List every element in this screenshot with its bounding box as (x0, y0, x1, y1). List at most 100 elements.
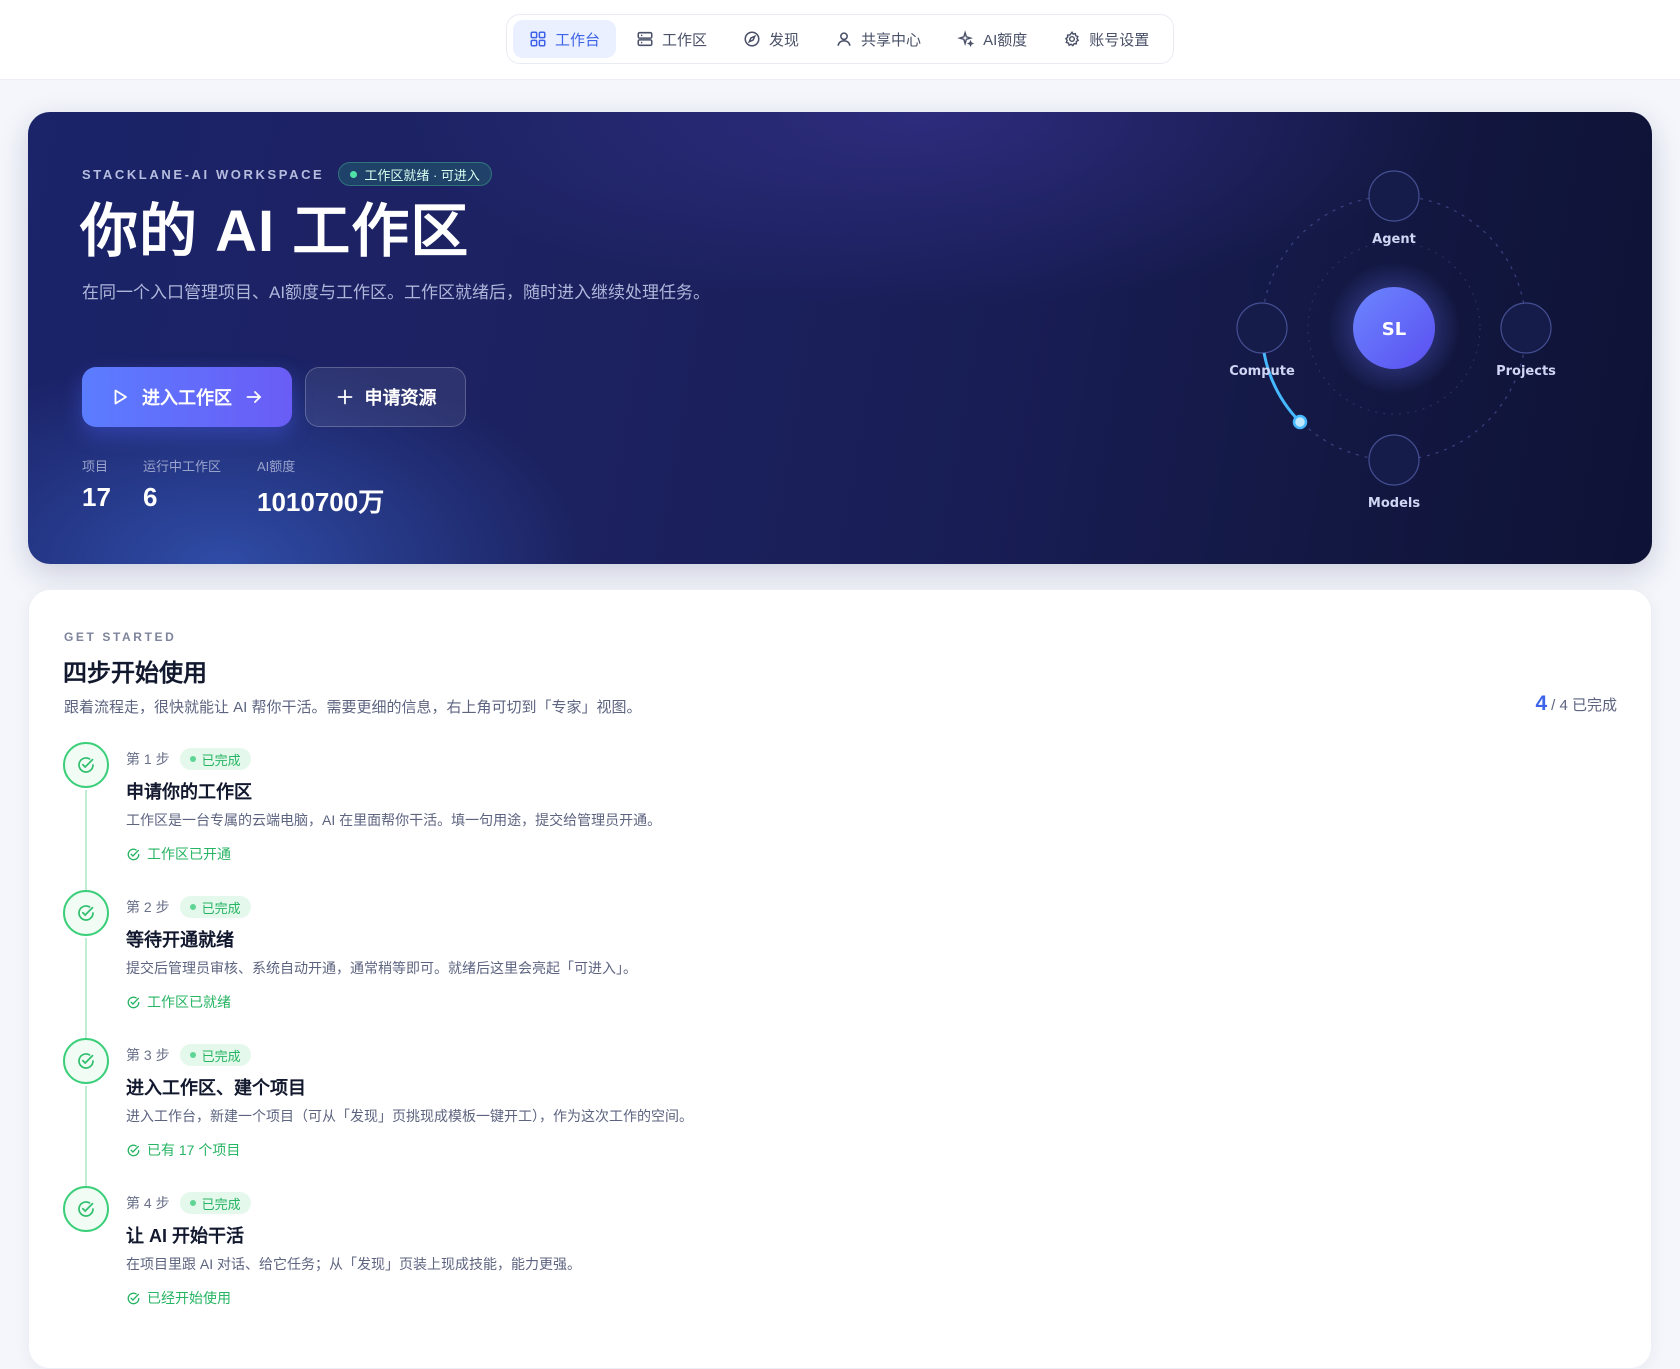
step-meta: 第 1 步 已完成 (126, 748, 251, 770)
step-result-label: 已经开始使用 (147, 1290, 231, 1306)
check-icon (127, 848, 140, 860)
step-check-circle (63, 890, 109, 936)
check-icon (127, 996, 140, 1008)
node-projects (1500, 302, 1552, 354)
orbit-marker (1292, 414, 1308, 430)
nav-item-label: 发现 (769, 31, 800, 49)
step-title: 让 AI 开始干活 (126, 1226, 245, 1246)
nav-item-label: 账号设置 (1089, 31, 1150, 49)
hero-eyebrow-row: STACKLANE-AI WORKSPACE 工作区就绪 · 可进入 (82, 162, 492, 186)
badge-label: 已完成 (201, 1196, 241, 1212)
nav-item-discover[interactable]: 发现 (727, 20, 815, 58)
step-check-circle (63, 1038, 109, 1084)
stat-projects: 项目 17 (82, 456, 143, 519)
node-models-label: Models (1368, 496, 1420, 511)
check-icon (127, 1292, 140, 1304)
gear-icon (1065, 30, 1080, 47)
stat-ai-quota: AI额度 1010700万 (257, 456, 384, 519)
user-icon (837, 32, 851, 46)
progress-total: / 4 已完成 (1551, 697, 1617, 714)
nav-item-sharing[interactable]: 共享中心 (819, 20, 937, 58)
badge-dot-icon (189, 1052, 196, 1058)
progress-done: 4 (1535, 692, 1548, 715)
check-circle-icon (78, 757, 94, 773)
top-bar: 工作台 工作区 发现 共享中心 AI额度 账号设置 (0, 0, 1680, 80)
hero-eyebrow: STACKLANE-AI WORKSPACE (82, 166, 325, 182)
grid-icon (530, 31, 546, 47)
node-models (1368, 434, 1420, 486)
step-result: 已有 17 个项目 (126, 1140, 240, 1160)
step-title: 申请你的工作区 (126, 782, 252, 802)
step-result-label: 已有 17 个项目 (147, 1142, 241, 1158)
check-circle-icon (78, 1053, 94, 1069)
nav-item-label: 工作区 (662, 31, 708, 49)
compass-icon (744, 31, 760, 47)
step-status-badge: 已完成 (179, 1044, 251, 1066)
step-item: 第 3 步 已完成 进入工作区、建个项目 进入工作台，新建一个项目（可从「发现」… (63, 1038, 1603, 1186)
progress-counter: 4 / 4 已完成 (1535, 692, 1617, 716)
enter-workspace-label: 进入工作区 (142, 388, 232, 408)
steps-list: 第 1 步 已完成 申请你的工作区 工作区是一台专属的云端电脑，AI 在里面帮你… (63, 742, 1603, 1334)
nav-item-label: 共享中心 (861, 31, 922, 49)
core-label: SL (1382, 319, 1406, 340)
badge-label: 已完成 (201, 1048, 241, 1064)
check-circle-icon (78, 905, 94, 921)
nav-item-label: 工作台 (555, 31, 601, 49)
step-number: 第 2 步 (126, 899, 170, 915)
step-check-circle (63, 742, 109, 788)
stat-value: 6 (143, 482, 158, 512)
server-icon (637, 31, 653, 47)
stat-running-workspaces: 运行中工作区 6 (143, 456, 257, 519)
onboarding-card: GET STARTED 四步开始使用 跟着流程走，很快就能让 AI 帮你干活。需… (28, 589, 1652, 1369)
step-result-label: 工作区已就绪 (147, 994, 231, 1010)
play-icon (114, 389, 127, 405)
node-compute-label: Compute (1229, 364, 1295, 379)
status-badge: 工作区就绪 · 可进入 (338, 162, 492, 186)
hero-stats: 项目 17 运行中工作区 6 AI额度 1010700万 (82, 456, 384, 519)
stat-label: 运行中工作区 (143, 459, 222, 474)
step-status-badge: 已完成 (179, 748, 251, 770)
step-item: 第 1 步 已完成 申请你的工作区 工作区是一台专属的云端电脑，AI 在里面帮你… (63, 742, 1603, 890)
step-check-circle (63, 1186, 109, 1232)
card-description: 跟着流程走，很快就能让 AI 帮你干活。需要更细的信息，右上角可切到「专家」视图… (64, 699, 642, 716)
nav-item-workspace[interactable]: 工作区 (620, 20, 723, 58)
nav-item-dashboard[interactable]: 工作台 (513, 20, 617, 58)
node-agent (1368, 170, 1420, 222)
nav-item-label: AI额度 (983, 31, 1028, 49)
card-eyebrow: GET STARTED (64, 630, 177, 644)
step-item: 第 2 步 已完成 等待开通就绪 提交后管理员审核、系统自动开通，通常稍等即可。… (63, 890, 1603, 1038)
check-circle-icon (78, 1201, 94, 1217)
nav-item-account-settings[interactable]: 账号设置 (1047, 20, 1165, 58)
step-meta: 第 4 步 已完成 (126, 1192, 251, 1214)
page-title: 你的 AI 工作区 (80, 199, 470, 264)
step-status-badge: 已完成 (179, 896, 251, 918)
step-number: 第 1 步 (126, 751, 170, 767)
step-description: 在项目里跟 AI 对话、给它任务；从「发现」页装上现成技能，能力更强。 (126, 1256, 582, 1272)
stat-label: 项目 (82, 459, 109, 474)
enter-workspace-button[interactable]: 进入工作区 (82, 367, 292, 427)
badge-label: 已完成 (201, 900, 241, 916)
plus-icon (337, 389, 352, 405)
sparkle-icon (957, 30, 975, 48)
step-status-badge: 已完成 (179, 1192, 251, 1214)
badge-dot-icon (189, 904, 196, 910)
hero-description: 在同一个入口管理项目、AI额度与工作区。工作区就绪后，随时进入继续处理任务。 (82, 283, 711, 302)
step-result: 已经开始使用 (126, 1288, 231, 1308)
step-description: 工作区是一台专属的云端电脑，AI 在里面帮你干活。填一句用途，提交给管理员开通。 (126, 812, 662, 828)
status-dot-icon (350, 170, 358, 178)
step-connector (85, 1086, 87, 1186)
main-nav: 工作台 工作区 发现 共享中心 AI额度 账号设置 (506, 14, 1174, 64)
stat-label: AI额度 (257, 459, 296, 474)
node-projects-label: Projects (1496, 364, 1556, 379)
hero-banner: STACKLANE-AI WORKSPACE 工作区就绪 · 可进入 你的 AI… (28, 112, 1652, 564)
card-title: 四步开始使用 (63, 660, 207, 687)
request-resource-button[interactable]: 申请资源 (305, 367, 466, 427)
step-connector (85, 938, 87, 1038)
stat-value: 17 (82, 482, 111, 512)
step-title: 等待开通就绪 (126, 930, 234, 950)
nav-item-ai-quota[interactable]: AI额度 (941, 20, 1043, 58)
step-connector (85, 790, 87, 890)
request-resource-label: 申请资源 (364, 388, 437, 408)
stat-value: 1010700万 (257, 487, 385, 517)
badge-dot-icon (189, 1200, 196, 1206)
